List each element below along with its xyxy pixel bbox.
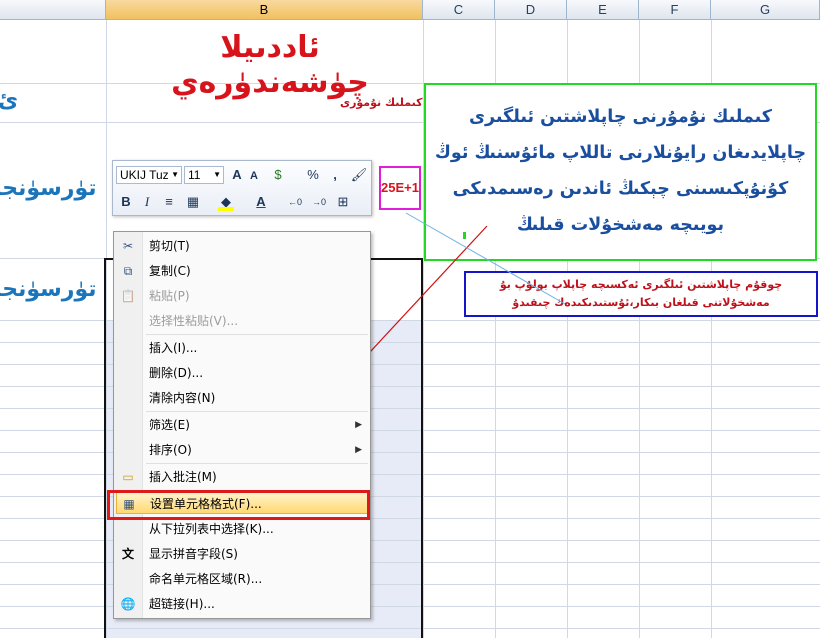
brush-icon: 🖌	[350, 167, 368, 182]
align-center-button[interactable]: ≡	[159, 193, 179, 211]
shrink-font-button[interactable]: A	[244, 167, 264, 185]
menu-item-label: 从下拉列表中选择(K)...	[149, 522, 274, 536]
menu-item-label: 筛选(E)	[149, 418, 190, 432]
context-menu: ✂ 剪切(T) ⧉ 复制(C) 📋 粘贴(P) 选择性粘贴(V)... 插入(I…	[113, 231, 371, 619]
font-name-value: UKIJ Tuz	[120, 168, 169, 182]
menu-item-label: 清除内容(N)	[149, 391, 216, 405]
percent-button[interactable]: %	[303, 166, 323, 184]
menu-item-label: 复制(C)	[149, 264, 191, 278]
menu-item-insert[interactable]: 插入(I)...	[116, 337, 368, 359]
decrease-decimal-button[interactable]: →0	[309, 193, 329, 211]
format-painter-button[interactable]: 🖌	[349, 166, 369, 184]
chevron-down-icon: ▼	[213, 170, 221, 179]
comma-button[interactable]: ,	[325, 166, 345, 184]
menu-item-label: 显示拼音字段(S)	[149, 547, 238, 561]
menu-item-hyperlink[interactable]: 🌐 超链接(H)...	[116, 593, 368, 615]
format-cells-highlight-box	[107, 490, 370, 520]
menu-item-filter[interactable]: 筛选(E) ▶	[116, 414, 368, 436]
currency-button[interactable]: $	[268, 166, 288, 184]
blue-arrow-line	[405, 212, 566, 305]
scissors-icon: ✂	[122, 239, 134, 253]
menu-item-label: 删除(D)...	[149, 366, 204, 380]
font-size-value: 11	[188, 168, 201, 182]
menu-item-label: 插入(I)...	[149, 341, 198, 355]
mini-toolbar: UKIJ Tuz ▼ 11 ▼ A A $ % , 🖌 B I ≡ ▦ ◆ A …	[112, 160, 372, 216]
font-name-select[interactable]: UKIJ Tuz ▼	[116, 166, 182, 184]
menu-item-show-phonetic[interactable]: 文 显示拼音字段(S)	[116, 543, 368, 565]
decrease-decimal-icon: →0	[311, 197, 326, 207]
menu-item-pick-from-list[interactable]: 从下拉列表中选择(K)...	[116, 518, 368, 540]
menu-item-label: 选择性粘贴(V)...	[149, 314, 239, 328]
pinyin-icon: 文	[121, 547, 134, 561]
menu-item-label: 命名单元格区域(R)...	[149, 572, 263, 586]
menu-item-clear-contents[interactable]: 清除内容(N)	[116, 387, 368, 409]
menu-separator	[146, 411, 368, 412]
menu-item-delete[interactable]: 删除(D)...	[116, 362, 368, 384]
bold-button[interactable]: B	[116, 193, 136, 211]
increase-decimal-button[interactable]: ←0	[285, 193, 305, 211]
paste-icon: 📋	[120, 289, 136, 303]
menu-item-label: 剪切(T)	[149, 239, 190, 253]
menu-item-define-name[interactable]: 命名单元格区域(R)...	[116, 568, 368, 590]
menu-item-sort[interactable]: 排序(O) ▶	[116, 439, 368, 461]
comment-icon: ▭	[122, 470, 134, 484]
copy-icon: ⧉	[123, 264, 133, 278]
menu-separator	[146, 334, 368, 335]
menu-item-insert-comment[interactable]: ▭ 插入批注(M)	[116, 466, 368, 488]
menu-item-paste[interactable]: 📋 粘贴(P)	[116, 285, 368, 307]
italic-button[interactable]: I	[137, 193, 157, 211]
menu-item-label: 排序(O)	[149, 443, 192, 457]
fill-color-button[interactable]: ◆	[216, 193, 236, 211]
green-marker	[463, 232, 466, 239]
font-color-button[interactable]: A	[251, 193, 271, 211]
menu-item-label: 插入批注(M)	[149, 470, 217, 484]
font-size-select[interactable]: 11 ▼	[184, 166, 224, 184]
submenu-arrow-icon: ▶	[355, 445, 362, 455]
chevron-down-icon: ▼	[171, 170, 179, 179]
menu-item-cut[interactable]: ✂ 剪切(T)	[116, 235, 368, 257]
font-color-label: A	[256, 194, 266, 209]
menu-item-label: 超链接(H)...	[149, 597, 215, 611]
borders-icon: ▦	[186, 194, 200, 209]
merge-center-button[interactable]: ⊞	[333, 193, 353, 211]
menu-item-label: 粘贴(P)	[149, 289, 190, 303]
merge-icon: ⊞	[337, 194, 349, 209]
fill-color-swatch	[218, 207, 234, 211]
increase-decimal-icon: ←0	[287, 197, 302, 207]
borders-button[interactable]: ▦	[183, 193, 203, 211]
menu-item-paste-special[interactable]: 选择性粘贴(V)...	[116, 310, 368, 332]
hyperlink-icon: 🌐	[120, 597, 136, 611]
menu-separator	[146, 463, 368, 464]
menu-item-copy[interactable]: ⧉ 复制(C)	[116, 260, 368, 282]
submenu-arrow-icon: ▶	[355, 420, 362, 430]
